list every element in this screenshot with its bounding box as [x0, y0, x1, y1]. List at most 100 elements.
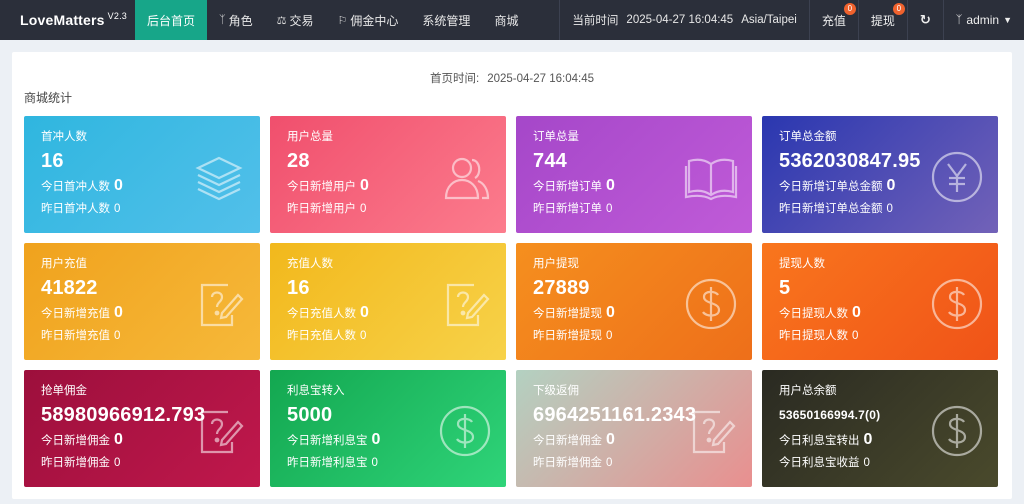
- recharge-button[interactable]: 充值 0: [808, 0, 858, 40]
- stat-card: 用户提现 27889 今日新增提现 0 昨日新增提现 0: [516, 243, 752, 360]
- stat-card-yesterday-value: 0: [114, 203, 121, 215]
- timezone: Asia/Taipei: [741, 14, 797, 26]
- stat-card-yesterday-value: 0: [371, 457, 378, 469]
- stat-card-yesterday-label: 昨日充值人数: [287, 330, 356, 342]
- nav-item-trade[interactable]: ⚖ 交易: [265, 0, 326, 40]
- top-navigation-bar: LoveMatters V2.3 后台首页 ᛉ 角色 ⚖ 交易 ⚐ 佣金中心 系…: [0, 0, 1024, 40]
- dashboard-panel: 首页时间: 2025-04-27 16:04:45 商城统计 首冲人数 16 今日…: [12, 52, 1012, 499]
- stat-card-today-label: 今日新增充值: [41, 308, 110, 320]
- stat-card-today-label: 今日充值人数: [287, 308, 356, 320]
- stat-card-title: 用户总余额: [779, 385, 837, 397]
- yen-icon: [930, 150, 984, 204]
- stat-card-title: 用户提现: [533, 258, 579, 270]
- scale-icon: ⚖: [276, 14, 287, 27]
- nav-item-commission[interactable]: ⚐ 佣金中心: [326, 0, 411, 40]
- stat-card-yesterday-value: 0: [360, 330, 367, 342]
- stat-card-title: 订单总金额: [779, 131, 837, 143]
- refresh-button[interactable]: ↻: [906, 0, 943, 40]
- stat-card-yesterday-label: 昨日新增佣金: [41, 457, 110, 469]
- stat-card-yesterday-label: 今日利息宝收益: [779, 457, 860, 469]
- stat-card-today-label: 今日提现人数: [779, 308, 848, 320]
- dollar-icon: [930, 404, 984, 458]
- stat-card: 订单总量 744 今日新增订单 0 昨日新增订单 0: [516, 116, 752, 233]
- stat-card-yesterday: 昨日新增提现 0: [533, 329, 740, 343]
- stat-card-yesterday-label: 昨日新增订单总金额: [779, 203, 883, 215]
- nav-item-label: 交易: [289, 13, 314, 28]
- brand-version: V2.3: [107, 11, 127, 21]
- stat-card-yesterday-label: 昨日新增提现: [533, 330, 602, 342]
- nav-item-mall[interactable]: 商城: [482, 0, 530, 40]
- stat-card-yesterday: 昨日新增佣金 0: [533, 456, 740, 470]
- question-edit-icon: [684, 404, 738, 458]
- stat-card-yesterday-label: 昨日首冲人数: [41, 203, 110, 215]
- stat-card-yesterday-value: 0: [114, 330, 121, 342]
- section-title: 商城统计: [24, 91, 73, 105]
- current-time-value: 2025-04-27 16:04:45: [626, 14, 734, 26]
- question-edit-icon: [192, 277, 246, 331]
- stat-card-today-value: 0: [863, 431, 873, 448]
- stat-card: 下级返佣 6964251161.2343 今日新增佣金 0 昨日新增佣金 0: [516, 370, 752, 487]
- person-icon: ᛉ: [955, 14, 963, 26]
- stat-card-today-value: 0: [886, 177, 896, 194]
- nav-item-home[interactable]: 后台首页: [135, 0, 208, 40]
- stat-card-title: 首冲人数: [41, 131, 87, 143]
- stat-card-today-value: 0: [114, 304, 123, 321]
- withdraw-label: 提现: [870, 13, 895, 28]
- withdraw-button[interactable]: 提现 0: [857, 0, 907, 40]
- stat-card-today-label: 今日新增用户: [287, 181, 356, 193]
- stat-card: 利息宝转入 5000 今日新增利息宝 0 昨日新增利息宝 0: [270, 370, 506, 487]
- stat-card-today-label: 今日新增佣金: [41, 435, 110, 447]
- stat-card-yesterday: 昨日新增用户 0: [287, 202, 494, 216]
- stat-card-yesterday-value: 0: [360, 203, 367, 215]
- stat-card-title: 利息宝转入: [287, 385, 345, 397]
- question-edit-icon: [438, 277, 492, 331]
- nav-item-label: 系统管理: [422, 13, 471, 28]
- stat-card-grid: 首冲人数 16 今日首冲人数 0 昨日首冲人数 0 用户总量 28 今日新增用户 …: [24, 116, 999, 487]
- stat-card-today-value: 0: [360, 177, 369, 194]
- stat-card-yesterday: 昨日新增订单 0: [533, 202, 740, 216]
- stat-card-today-value: 0: [114, 431, 123, 448]
- stat-card-yesterday: 昨日提现人数 0: [779, 329, 986, 343]
- stat-card: 首冲人数 16 今日首冲人数 0 昨日首冲人数 0: [24, 116, 260, 233]
- recharge-badge: 0: [843, 3, 856, 15]
- person-icon: ᛉ: [219, 14, 226, 26]
- stat-card-yesterday-value: 0: [863, 457, 870, 469]
- stat-card-today-label: 今日首冲人数: [41, 181, 110, 193]
- stat-card-yesterday-label: 昨日新增佣金: [533, 457, 602, 469]
- stat-card-today-label: 今日新增订单: [533, 181, 602, 193]
- home-time-value: 2025-04-27 16:04:45: [487, 73, 594, 85]
- stat-card: 订单总金额 5362030847.95 今日新增订单总金额 0 昨日新增订单总金…: [762, 116, 998, 233]
- dollar-icon: [684, 277, 738, 331]
- stat-card-today-value: 0: [114, 177, 123, 194]
- stat-card-today-value: 0: [606, 177, 615, 194]
- question-edit-icon: [192, 404, 246, 458]
- stat-card-today-label: 今日新增提现: [533, 308, 602, 320]
- brand-logo[interactable]: LoveMatters V2.3: [0, 0, 135, 40]
- stat-card-today-value: 0: [606, 304, 615, 321]
- stat-card-today-value: 0: [606, 431, 615, 448]
- user-menu[interactable]: ᛉ admin ▼: [942, 0, 1024, 40]
- brand-name: LoveMatters: [20, 12, 105, 28]
- stat-card: 用户总余额 53650166994.7(0) 今日利息宝转出 0 今日利息宝收益…: [762, 370, 998, 487]
- top-right-tools: 当前时间 2025-04-27 16:04:45 Asia/Taipei 充值 …: [559, 0, 1024, 40]
- stat-card-yesterday: 昨日新增订单总金额 0: [779, 202, 986, 216]
- refresh-icon: ↻: [919, 12, 931, 27]
- nav-item-label: 佣金中心: [350, 13, 399, 28]
- main-nav: 后台首页 ᛉ 角色 ⚖ 交易 ⚐ 佣金中心 系统管理 商城: [135, 0, 530, 40]
- nav-item-system[interactable]: 系统管理: [410, 0, 482, 40]
- home-time-label: 首页时间:: [430, 73, 480, 85]
- flag-icon: ⚐: [337, 14, 348, 27]
- stat-card-yesterday: 昨日新增佣金 0: [41, 456, 248, 470]
- stat-card-yesterday-value: 0: [606, 330, 613, 342]
- stat-card-yesterday-label: 昨日新增充值: [41, 330, 110, 342]
- current-time-label: 当前时间: [572, 15, 619, 27]
- stat-card-yesterday-label: 昨日新增利息宝: [287, 457, 368, 469]
- stat-card-today-value: 0: [852, 304, 861, 321]
- dollar-icon: [930, 277, 984, 331]
- stat-card-today-value: 0: [360, 304, 369, 321]
- stat-card-today-label: 今日新增利息宝: [287, 435, 368, 447]
- stat-card-today-label: 今日新增佣金: [533, 435, 602, 447]
- nav-item-roles[interactable]: ᛉ 角色: [207, 0, 265, 40]
- stat-card-yesterday-value: 0: [886, 203, 893, 215]
- stack-icon: [192, 150, 246, 204]
